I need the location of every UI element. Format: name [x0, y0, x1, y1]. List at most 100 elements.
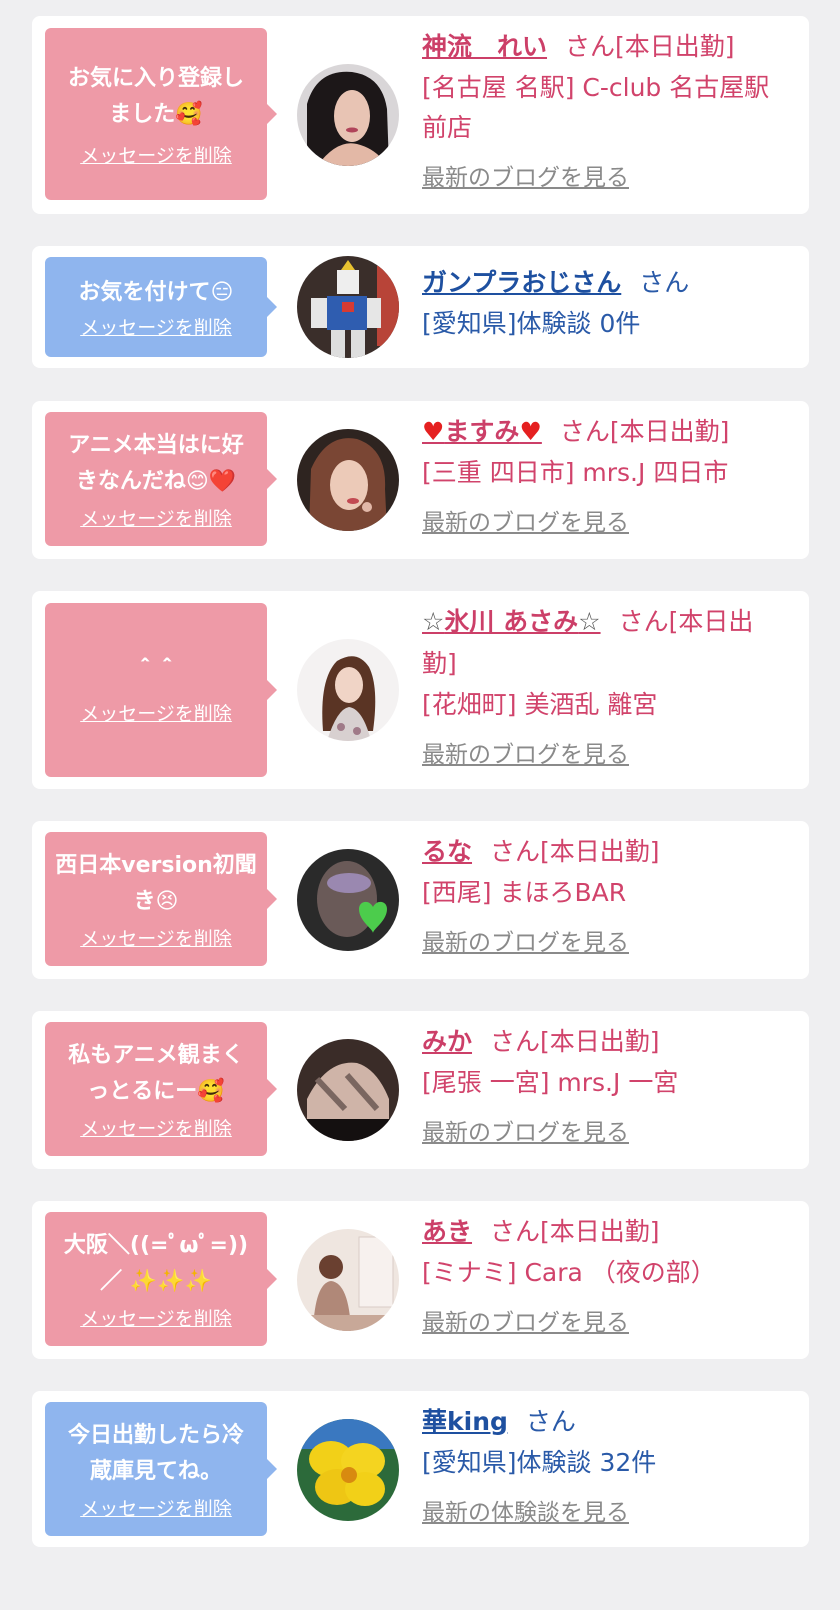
profile-name-link[interactable]: ☆氷川 あさみ☆ [422, 607, 601, 636]
delete-message-link[interactable]: メッセージを削除 [80, 141, 232, 168]
avatar[interactable] [297, 64, 399, 166]
name-suffix: さん[本日出勤] [490, 837, 660, 866]
delete-message-link[interactable]: メッセージを削除 [80, 1494, 232, 1521]
message-line: お気に入り登録し [67, 65, 244, 91]
shop-info: [花畑町] 美酒乱 離宮 [422, 690, 658, 719]
smiling-hearts-emoji-icon: 🥰 [175, 101, 203, 127]
message-text: 大阪＼((=ﾟωﾟ=)) ／ ✨✨✨ [64, 1228, 248, 1300]
message-bubble: お気に入り登録し ました🥰 メッセージを削除 [45, 28, 277, 200]
profile-info: 華king さん [愛知県]体験談 32件 最新の体験談を見る [422, 1401, 782, 1527]
favorites-list: お気に入り登録し ました🥰 メッセージを削除 神流 れい さん[本日出勤] [名古… [0, 0, 840, 1610]
name-line: みか さん[本日出勤] [422, 1021, 782, 1063]
profile-name-link[interactable]: るな [422, 837, 472, 866]
message-text: ＾＾ [134, 655, 178, 691]
star-outline-icon: ☆ [422, 607, 445, 636]
latest-blog-link[interactable]: 最新のブログを見る [422, 1303, 629, 1337]
profile-name-link[interactable]: あき [422, 1217, 472, 1246]
profile-name-link[interactable]: ♥ますみ♥ [422, 417, 542, 446]
delete-message-link[interactable]: メッセージを削除 [80, 1114, 232, 1141]
favorite-card: 私もアニメ観まく っとるにー🥰 メッセージを削除 みか さん[本日出勤] [尾張 … [32, 1011, 809, 1169]
profile-name-link[interactable]: 神流 れい [422, 32, 547, 61]
name-suffix: さん [639, 268, 690, 297]
shop-info: [名古屋 名駅] C-club 名古屋駅前店 [422, 73, 770, 142]
favorite-card: お気に入り登録し ました🥰 メッセージを削除 神流 れい さん[本日出勤] [名古… [32, 16, 809, 214]
profile-name-link[interactable]: 華king [422, 1407, 508, 1436]
name-suffix: さん[本日出勤] [565, 32, 735, 61]
avatar[interactable] [297, 1229, 399, 1331]
profile-name-link[interactable]: みか [422, 1027, 472, 1056]
avatar[interactable] [297, 1419, 399, 1521]
latest-blog-link[interactable]: 最新のブログを見る [422, 735, 629, 769]
message-line: っとるにー [87, 1078, 198, 1104]
latest-review-link[interactable]: 最新の体験談を見る [422, 1493, 629, 1527]
avatar[interactable] [297, 849, 399, 951]
masked-face-avatar-image [297, 849, 399, 951]
legs-photo-avatar-image [297, 1039, 399, 1141]
message-bubble: 西日本version初聞 き😣 メッセージを削除 [45, 832, 277, 966]
avatar[interactable] [297, 639, 399, 741]
message-bubble: 大阪＼((=ﾟωﾟ=)) ／ ✨✨✨ メッセージを削除 [45, 1212, 277, 1346]
delete-message-link[interactable]: メッセージを削除 [80, 504, 232, 531]
avatar[interactable] [297, 256, 399, 358]
expressionless-emoji-icon: 😑 [210, 279, 234, 305]
shop-info: [愛知県]体験談 0件 [422, 309, 641, 338]
name-suffix: さん[本日出勤] [490, 1217, 660, 1246]
delete-message-link[interactable]: メッセージを削除 [80, 924, 232, 951]
message-line: ました [109, 101, 176, 127]
yellow-hibiscus-avatar-image [297, 1419, 399, 1521]
shop-info: [愛知県]体験談 32件 [422, 1448, 657, 1477]
profile-info: みか さん[本日出勤] [尾張 一宮] mrs.J 一宮 最新のブログを見る [422, 1021, 782, 1147]
avatar[interactable] [297, 429, 399, 531]
delete-message-link[interactable]: メッセージを削除 [80, 313, 232, 340]
latest-blog-link[interactable]: 最新のブログを見る [422, 158, 629, 192]
name-suffix: さん[本日出勤] [559, 417, 730, 446]
profile-info: るな さん[本日出勤] [西尾] まほろBAR 最新のブログを見る [422, 831, 782, 957]
delete-message-link[interactable]: メッセージを削除 [80, 699, 232, 726]
room-mirror-avatar-image [297, 1229, 399, 1331]
delete-message-link[interactable]: メッセージを削除 [80, 1304, 232, 1331]
profile-name-link[interactable]: ガンプラおじさん [422, 268, 621, 297]
message-text: 西日本version初聞 き😣 [55, 848, 257, 920]
latest-blog-link[interactable]: 最新のブログを見る [422, 503, 629, 537]
shop-info: [ミナミ] Cara （夜の部） [422, 1258, 716, 1287]
name-line: ♥ますみ♥ さん[本日出勤] [422, 411, 782, 453]
name-line: るな さん[本日出勤] [422, 831, 782, 873]
message-line: 今日出勤したら冷 [67, 1422, 244, 1448]
profile-name-text: ますみ [444, 417, 520, 446]
message-line: 大阪＼((=ﾟωﾟ=)) [63, 1232, 249, 1258]
latest-blog-link[interactable]: 最新のブログを見る [422, 1113, 629, 1147]
name-line: ☆氷川 あさみ☆ さん[本日出勤] [422, 601, 782, 685]
name-line: 神流 れい さん[本日出勤] [422, 26, 782, 68]
message-line: ／ ✨✨✨ [100, 1268, 212, 1294]
favorite-card: 大阪＼((=ﾟωﾟ=)) ／ ✨✨✨ メッセージを削除 あき さん[本日出勤] [… [32, 1201, 809, 1359]
profile-info: ガンプラおじさん さん [愛知県]体験談 0件 [422, 262, 782, 344]
message-bubble: お気を付けて😑 メッセージを削除 [45, 257, 277, 357]
name-suffix: さん [525, 1407, 576, 1436]
message-text: アニメ本当はに好 きなんだね😊❤️ [68, 428, 244, 500]
profile-info: あき さん[本日出勤] [ミナミ] Cara （夜の部） 最新のブログを見る [422, 1211, 782, 1337]
message-line: き [133, 888, 156, 914]
profile-info: ♥ますみ♥ さん[本日出勤] [三重 四日市] mrs.J 四日市 最新のブログを… [422, 411, 782, 537]
shop-info: [尾張 一宮] mrs.J 一宮 [422, 1068, 679, 1097]
name-suffix: さん[本日出勤] [490, 1027, 660, 1056]
shop-info: [西尾] まほろBAR [422, 878, 627, 907]
message-text: 今日出勤したら冷 蔵庫見てね。 [68, 1418, 244, 1490]
heart-icon: ♥ [422, 417, 445, 446]
smiling-hearts-emoji-icon: 🥰 [197, 1078, 225, 1104]
message-line: 蔵庫見てね。 [89, 1458, 222, 1484]
message-line: お気を付けて [78, 279, 211, 305]
message-line: ＾＾ [133, 659, 178, 685]
heart-icon: ♥ [519, 417, 542, 446]
favorite-card: 西日本version初聞 き😣 メッセージを削除 るな さん[本日出勤] [西尾]… [32, 821, 809, 979]
favorite-card: ＾＾ メッセージを削除 ☆氷川 あさみ☆ さん[本日出勤] [花畑町] 美酒乱 離… [32, 591, 809, 789]
name-line: ガンプラおじさん さん [422, 262, 782, 304]
latest-blog-link[interactable]: 最新のブログを見る [422, 923, 629, 957]
persevering-emoji-icon: 😣 [155, 888, 179, 914]
avatar[interactable] [297, 1039, 399, 1141]
profile-name-text: 氷川 あさみ [444, 607, 579, 636]
message-bubble: 今日出勤したら冷 蔵庫見てね。 メッセージを削除 [45, 1402, 277, 1536]
profile-info: ☆氷川 あさみ☆ さん[本日出勤] [花畑町] 美酒乱 離宮 最新のブログを見る [422, 601, 782, 769]
message-bubble: ＾＾ メッセージを削除 [45, 603, 277, 777]
woman-portrait-avatar-image [297, 639, 399, 741]
message-text: 私もアニメ観まく っとるにー🥰 [68, 1038, 244, 1110]
